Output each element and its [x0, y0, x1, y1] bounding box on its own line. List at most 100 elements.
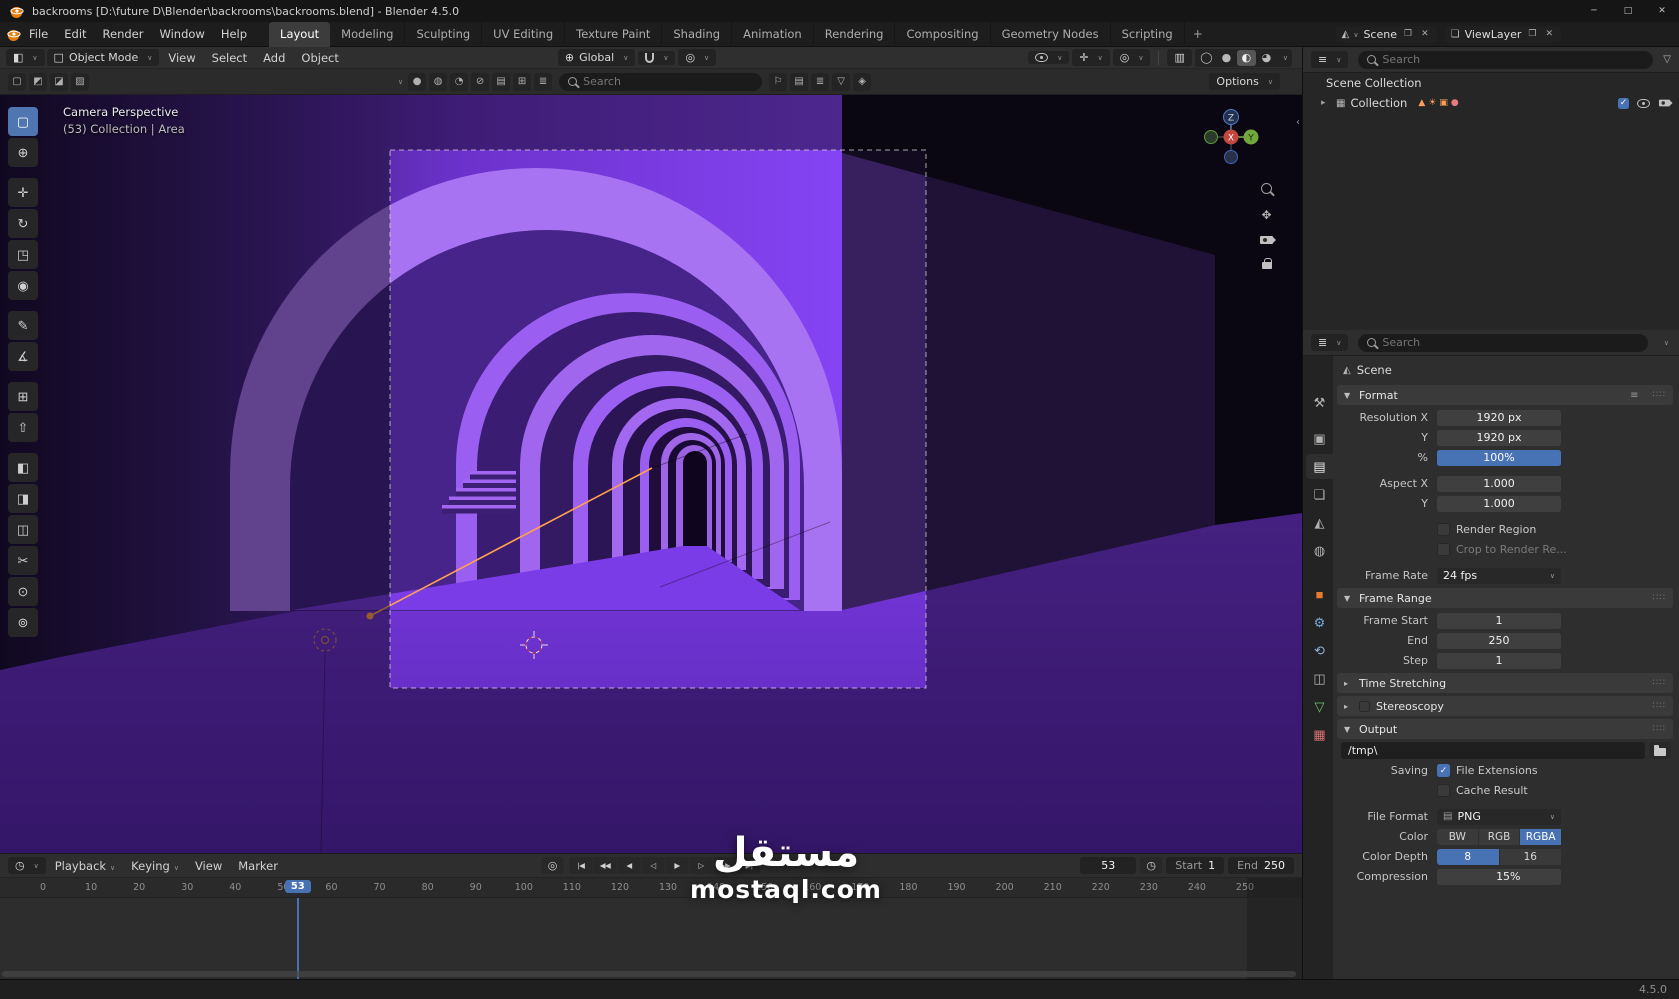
play-reverse[interactable]: ◁ — [641, 857, 665, 874]
workspace-tab[interactable]: UV Editing — [482, 21, 566, 47]
unlink-viewlayer-button[interactable]: ✕ — [1543, 29, 1555, 39]
navigation-gizmo[interactable]: Z Y X — [1199, 105, 1263, 169]
workspace-tab[interactable]: Compositing — [895, 21, 991, 47]
properties-editor-type-dropdown[interactable]: ≣ — [1311, 334, 1349, 351]
file-format-dropdown[interactable]: ▤ PNG — [1437, 808, 1561, 825]
knife[interactable]: ✂ — [8, 546, 38, 575]
tool-settings-icon[interactable]: ● — [408, 72, 427, 91]
mode-dropdown[interactable]: □ Object Mode — [46, 49, 160, 66]
loop-cut[interactable]: ◫ — [8, 515, 38, 544]
minimize-button[interactable]: ─ — [1577, 0, 1611, 22]
tab-texture[interactable]: ▦ — [1306, 722, 1333, 747]
drag-handle-icon[interactable]: ∷∷ — [1653, 701, 1666, 711]
outliner-search[interactable] — [1358, 50, 1654, 69]
play[interactable]: ▶ — [665, 857, 689, 874]
collapse-tool-settings[interactable] — [392, 77, 405, 87]
viewport-menu[interactable]: Select — [205, 49, 254, 67]
aspect-x-field[interactable]: 1.000 — [1437, 475, 1561, 492]
workspace-tab[interactable]: Rendering — [814, 21, 896, 47]
tab-physics[interactable]: ⟲ — [1306, 638, 1333, 663]
tool-settings-icon[interactable]: ◔ — [450, 72, 469, 91]
viewport-scene[interactable] — [0, 95, 1302, 853]
menubar-item[interactable]: Render — [95, 24, 152, 44]
new-viewlayer-button[interactable]: ❐ — [1526, 29, 1538, 39]
tool-settings-icon[interactable]: ⚐ — [769, 72, 788, 91]
marker-menu[interactable]: Marker — [231, 857, 285, 875]
extrude[interactable]: ⇧ — [8, 413, 38, 442]
prev-frame[interactable]: ◀ — [617, 857, 641, 874]
tool-settings-icon[interactable]: ≣ — [534, 72, 553, 91]
viewport-menu[interactable]: View — [161, 49, 202, 67]
paint-b[interactable]: ◨ — [8, 484, 38, 513]
maximize-button[interactable]: □ — [1611, 0, 1645, 22]
outliner-editor-type-dropdown[interactable]: ≡ — [1311, 51, 1349, 68]
close-button[interactable]: ✕ — [1645, 0, 1679, 22]
tab-object-data[interactable]: ▽ — [1306, 694, 1333, 719]
add-cube[interactable]: ⊞ — [8, 382, 38, 411]
workspace-tab[interactable]: Shading — [662, 21, 733, 47]
browse-folder-button[interactable] — [1649, 742, 1671, 759]
workspace-tab[interactable]: Layout — [269, 21, 331, 47]
orientation-dropdown[interactable]: ⊕ Global — [557, 49, 636, 66]
drag-handle-icon[interactable]: ∷∷ — [1653, 390, 1666, 400]
color-depth-option[interactable]: 8 — [1437, 848, 1499, 865]
drag-handle-icon[interactable]: ∷∷ — [1653, 724, 1666, 734]
frame-start-field[interactable]: Start 1 — [1166, 857, 1225, 874]
workspace-tab[interactable]: Modeling — [330, 21, 406, 47]
workspace-tab[interactable]: Sculpting — [405, 21, 483, 47]
viewlayer-selector[interactable]: ❏ ViewLayer ❐ ✕ — [1444, 25, 1561, 43]
editor-type-dropdown[interactable]: ◧ — [6, 49, 45, 66]
options-dropdown[interactable]: Options — [1209, 73, 1280, 90]
tool-settings-icon[interactable]: ▤ — [790, 72, 809, 91]
lock-icon[interactable] — [1261, 258, 1272, 269]
zoom-icon[interactable] — [1261, 183, 1272, 194]
menubar-item[interactable]: Window — [151, 24, 212, 44]
tab-modifiers[interactable]: ⚙ — [1306, 610, 1333, 635]
workspace-tab[interactable]: Texture Paint — [565, 21, 663, 47]
sample-b[interactable]: ⊚ — [8, 608, 38, 637]
properties-search-input[interactable] — [1382, 336, 1639, 349]
snap-dropdown[interactable] — [638, 50, 676, 65]
frame-end-field[interactable]: 250 — [1437, 632, 1561, 649]
select-mode-icon[interactable]: ▨ — [71, 72, 89, 91]
viewport-canvas[interactable]: ▢ ⊕ ✛ ↻ ◳ ◉ ✎ ∡ ⊞ ⇧ ◧ ◨ ◫ ✂ ⊙ ⊚ Camera Perspective (53)… — [0, 95, 1302, 853]
color-mode-option[interactable]: RGB — [1478, 828, 1520, 845]
viewport-menu[interactable]: Object — [294, 49, 345, 67]
playhead-line[interactable] — [296, 898, 299, 979]
keying-menu[interactable]: Keying — [124, 857, 186, 875]
gizmo-axis-z[interactable]: Z — [1223, 109, 1239, 125]
timeline-scrollbar[interactable] — [2, 971, 1296, 977]
output-panel-header[interactable]: ▼ Output ∷∷ — [1337, 719, 1673, 739]
aspect-y-field[interactable]: 1.000 — [1437, 495, 1561, 512]
transform[interactable]: ◉ — [8, 271, 38, 300]
resolution-x-field[interactable]: 1920 px — [1437, 409, 1561, 426]
tab-scene[interactable]: ◭ — [1306, 510, 1333, 535]
shading-solid[interactable]: ● — [1217, 50, 1236, 66]
tool-settings-icon[interactable]: ▽ — [832, 72, 851, 91]
tab-render[interactable]: ▣ — [1306, 426, 1333, 451]
tool-settings-icon[interactable]: ⊘ — [471, 72, 490, 91]
format-presets-icon[interactable]: ≡ — [1630, 390, 1638, 401]
viewport-search[interactable] — [559, 72, 763, 91]
use-preview-range-toggle[interactable]: ◷ — [1140, 857, 1163, 874]
cursor[interactable]: ⊕ — [8, 138, 38, 167]
shading-wireframe[interactable]: ◯ — [1197, 50, 1216, 66]
cache-result-checkbox[interactable] — [1437, 784, 1450, 797]
resolution-percent-slider[interactable]: 100% — [1437, 449, 1561, 466]
timeline-ruler[interactable]: 0 10 20 30 40 50 60 70 80 90 100 110 120 130 140 150 160… — [0, 878, 1302, 898]
tool-settings-icon[interactable]: ◈ — [853, 72, 872, 91]
expand-icon[interactable]: ▸ — [1321, 98, 1331, 108]
frame-rate-dropdown[interactable]: 24 fps — [1437, 567, 1561, 584]
annotate[interactable]: ✎ — [8, 311, 38, 340]
frame-end-field[interactable]: End 250 — [1228, 857, 1294, 874]
new-scene-button[interactable]: ❐ — [1402, 29, 1414, 39]
select-mode-icon[interactable]: ▢ — [8, 72, 26, 91]
auto-keying-toggle[interactable]: ◎ — [541, 857, 564, 874]
tab-tool[interactable]: ⚒ — [1306, 390, 1333, 415]
tab-world[interactable]: ◍ — [1306, 538, 1333, 563]
scene-selector[interactable]: ◭ Scene ❐ ✕ — [1335, 25, 1437, 43]
tab-view-layer[interactable]: ❏ — [1306, 482, 1333, 507]
measure[interactable]: ∡ — [8, 342, 38, 371]
timeline-editor-type-dropdown[interactable]: ◷ — [8, 857, 46, 874]
gizmo-axis-neg-z[interactable] — [1224, 150, 1238, 164]
